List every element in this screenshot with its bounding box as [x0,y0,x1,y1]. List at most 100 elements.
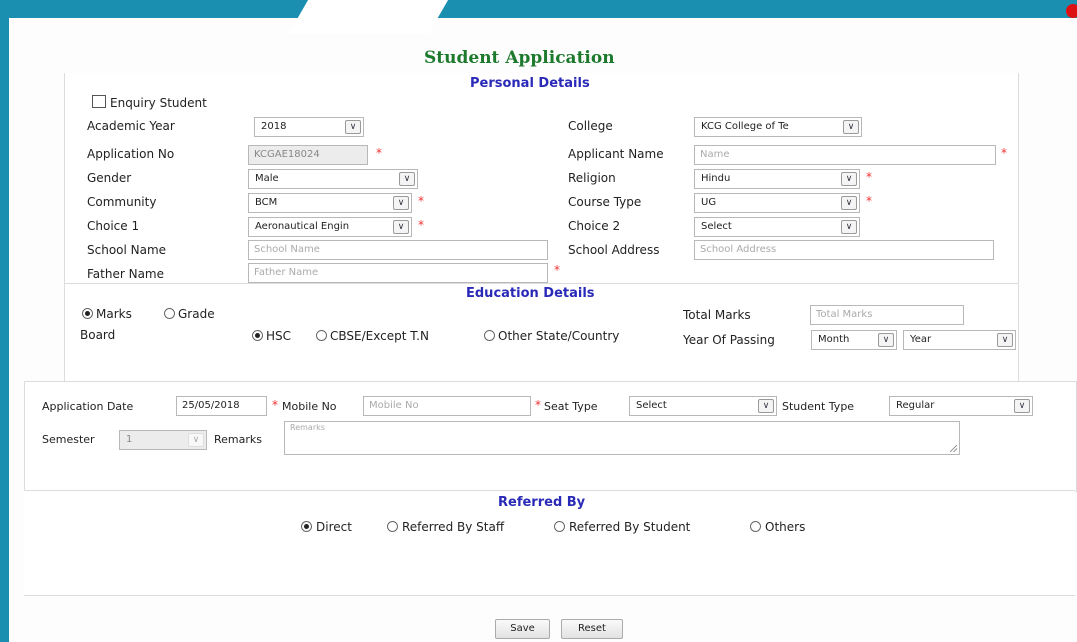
required-marker: * [1001,146,1007,160]
board-hsc-label: HSC [266,329,292,343]
community-label: Community [87,195,157,209]
marks-radio[interactable] [82,308,93,319]
chevron-down-icon: ∨ [841,220,857,234]
applicant-name-field[interactable]: Name [694,145,996,165]
student-type-value: Regular [896,400,935,411]
required-marker: * [554,263,560,277]
top-bar-overlay [288,0,452,34]
gender-value: Male [255,173,279,184]
application-date-field[interactable]: 25/05/2018 [176,396,267,416]
semester-select[interactable]: 1 ∨ [119,430,207,450]
year-of-passing-label: Year Of Passing [683,333,775,347]
board-cbse-radio[interactable] [316,330,327,341]
board-other-label: Other State/Country [498,329,620,343]
chevron-down-icon: ∨ [399,172,415,186]
mobile-no-label: Mobile No [282,400,337,413]
chevron-down-icon: ∨ [1014,399,1030,413]
personal-details-heading: Personal Details [470,76,590,91]
grade-radio[interactable] [164,308,175,319]
academic-year-select[interactable]: 2018 ∨ [254,117,364,137]
red-indicator-icon [1066,4,1077,18]
seat-type-label: Seat Type [544,400,598,413]
applicant-name-label: Applicant Name [568,147,664,161]
referred-staff-label: Referred By Staff [402,520,505,534]
total-marks-label: Total Marks [683,308,751,322]
board-hsc-radio[interactable] [252,330,263,341]
course-type-label: Course Type [568,195,642,209]
semester-value: 1 [126,434,133,445]
referred-direct-radio[interactable] [301,521,312,532]
chevron-down-icon: ∨ [878,333,894,347]
course-type-select[interactable]: UG ∨ [694,193,860,213]
board-label: Board [80,328,116,342]
religion-select[interactable]: Hindu ∨ [694,169,860,189]
passing-year-select[interactable]: Year ∨ [903,330,1016,350]
student-type-label: Student Type [782,400,855,413]
education-details-heading: Education Details [466,286,595,301]
choice1-select[interactable]: Aeronautical Engin ∨ [248,217,412,237]
school-name-field[interactable]: School Name [248,240,548,260]
chevron-down-icon: ∨ [758,399,774,413]
school-name-label: School Name [87,243,167,257]
chevron-down-icon: ∨ [841,196,857,210]
community-select[interactable]: BCM ∨ [248,193,412,213]
course-type-value: UG [701,197,717,208]
page-title: Student Application [424,48,615,68]
referred-others-radio[interactable] [750,521,761,532]
passing-year-value: Year [910,334,932,345]
marks-label: Marks [96,307,132,321]
save-button[interactable]: Save [495,619,550,639]
college-select[interactable]: KCG College of Te ∨ [694,117,862,137]
referred-direct-label: Direct [316,520,352,534]
remarks-placeholder: Remarks [290,423,325,432]
college-value: KCG College of Te [701,121,789,132]
referred-student-radio[interactable] [554,521,565,532]
required-marker: * [376,146,382,160]
chevron-down-icon: ∨ [393,220,409,234]
gender-label: Gender [87,171,132,185]
reset-button[interactable]: Reset [561,619,623,639]
remarks-label: Remarks [214,433,262,446]
referred-student-label: Referred By Student [569,520,691,534]
required-marker: * [418,218,424,232]
chevron-down-icon: ∨ [997,333,1013,347]
chevron-down-icon: ∨ [188,433,204,447]
religion-value: Hindu [701,173,731,184]
community-value: BCM [255,197,278,208]
school-address-label: School Address [568,243,660,257]
choice2-label: Choice 2 [568,219,621,233]
choice2-value: Select [701,221,732,232]
remarks-textarea[interactable]: Remarks [284,421,960,455]
passing-month-value: Month [818,334,850,345]
board-cbse-label: CBSE/Except T.N [330,329,429,343]
required-marker: * [272,398,278,412]
chevron-down-icon: ∨ [843,120,859,134]
enquiry-student-checkbox[interactable] [92,95,106,108]
father-name-field[interactable]: Father Name [248,263,548,283]
choice1-value: Aeronautical Engin [255,221,350,232]
seat-type-value: Select [636,400,667,411]
grade-label: Grade [178,307,215,321]
total-marks-field[interactable]: Total Marks [810,305,964,325]
window-top-bar [0,0,1077,18]
enquiry-student-label: Enquiry Student [110,96,207,110]
mobile-no-field[interactable]: Mobile No [363,396,531,416]
passing-month-select[interactable]: Month ∨ [811,330,897,350]
referred-others-label: Others [765,520,806,534]
chevron-down-icon: ∨ [393,196,409,210]
referred-by-heading: Referred By [498,495,586,510]
gender-select[interactable]: Male ∨ [248,169,418,189]
school-address-field[interactable]: School Address [694,240,994,260]
seat-type-select[interactable]: Select ∨ [629,396,777,416]
choice1-label: Choice 1 [87,219,140,233]
required-marker: * [866,170,872,184]
semester-label: Semester [42,433,95,446]
choice2-select[interactable]: Select ∨ [694,217,860,237]
required-marker: * [535,398,541,412]
student-type-select[interactable]: Regular ∨ [889,396,1033,416]
father-name-label: Father Name [87,267,164,281]
academic-year-value: 2018 [261,121,287,132]
board-other-radio[interactable] [484,330,495,341]
resize-handle-icon[interactable] [950,445,957,452]
referred-staff-radio[interactable] [387,521,398,532]
